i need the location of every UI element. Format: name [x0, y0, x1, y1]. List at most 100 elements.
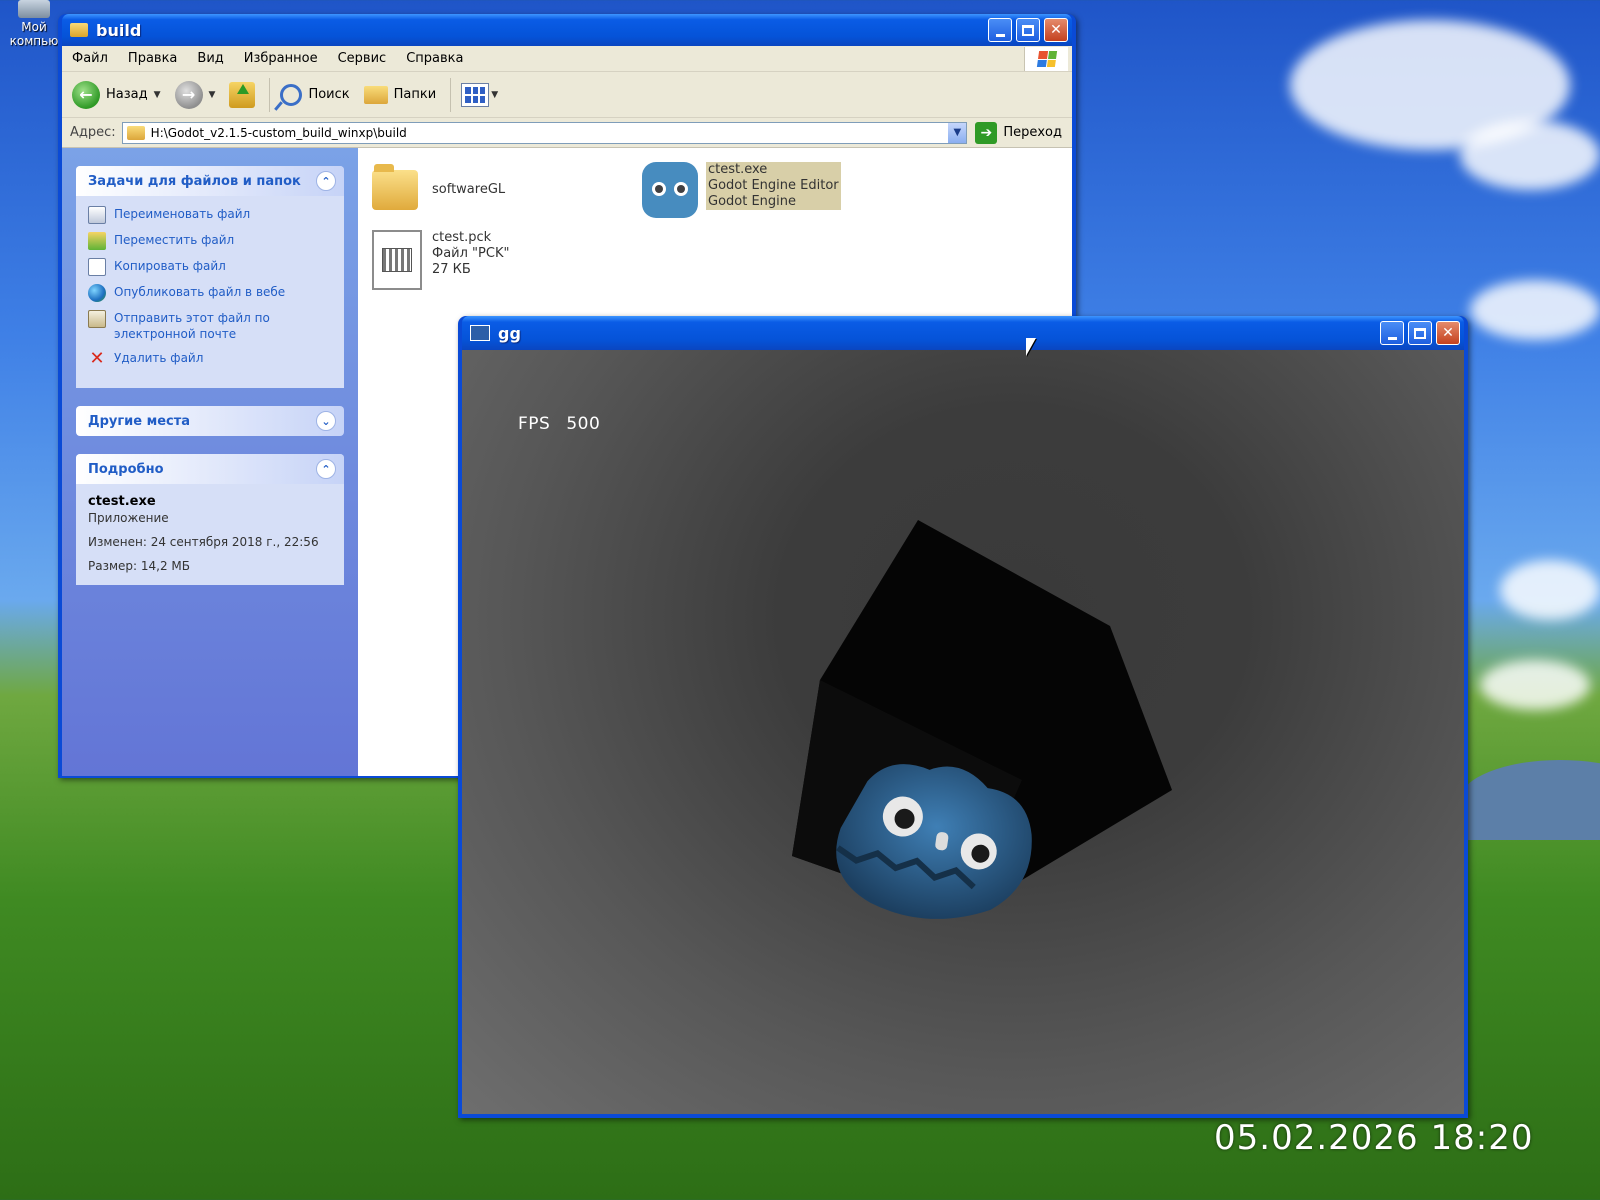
go-label: Переход — [1003, 125, 1062, 140]
minimize-icon — [1387, 336, 1397, 340]
close-icon: ✕ — [1442, 325, 1454, 341]
file-name: ctest.exe — [708, 162, 768, 177]
file-tasks-panel: Задачи для файлов и папок ⌃ Переименоват… — [76, 166, 344, 388]
task-email-file[interactable]: Отправить этот файл по электронной почте — [88, 310, 332, 342]
toolbar-separator — [450, 77, 452, 112]
folders-button[interactable]: Папки — [363, 85, 437, 104]
task-move-file[interactable]: Переместить файл — [88, 232, 332, 250]
windows-flag-icon — [1036, 51, 1057, 67]
task-label: Переместить файл — [114, 233, 235, 247]
views-dropdown-icon: ▼ — [491, 89, 499, 100]
godot-cube-render — [792, 520, 1172, 919]
cloud — [1460, 120, 1600, 190]
go-button[interactable]: ➔ Переход — [975, 121, 1062, 144]
rename-icon — [88, 206, 106, 224]
menu-view[interactable]: Вид — [197, 51, 223, 66]
close-button[interactable]: ✕ — [1436, 321, 1460, 345]
details-body: ctest.exe Приложение Изменен: 24 сентябр… — [76, 484, 344, 585]
details-size: Размер: 14,2 МБ — [88, 559, 190, 573]
photo-timestamp: 05.02.2026 18:20 — [1214, 1118, 1534, 1158]
task-delete-file[interactable]: ✕ Удалить файл — [88, 350, 332, 368]
minimize-button[interactable] — [1380, 321, 1404, 345]
task-label: Удалить файл — [114, 351, 204, 365]
expand-chevron-icon[interactable]: ⌄ — [316, 411, 336, 431]
back-history-dropdown[interactable]: ▼ — [154, 90, 161, 100]
address-bar: Адрес: H:\Godot_v2.1.5-custom_build_winx… — [62, 118, 1072, 148]
cloud — [1480, 660, 1590, 710]
collapse-chevron-icon[interactable]: ⌃ — [316, 459, 336, 479]
mouse-cursor — [1026, 338, 1036, 356]
task-copy-file[interactable]: Копировать файл — [88, 258, 332, 276]
copy-icon — [88, 258, 106, 276]
folders-label: Папки — [393, 87, 437, 102]
search-button[interactable]: Поиск — [280, 83, 350, 106]
forward-arrow-icon: → — [174, 80, 203, 109]
maximize-button[interactable] — [1016, 18, 1040, 42]
task-label: Отправить этот файл по электронной почте — [114, 311, 270, 341]
folder-icon — [70, 23, 88, 37]
task-publish-web[interactable]: Опубликовать файл в вебе — [88, 284, 332, 302]
file-item-ctest-pck[interactable]: ctest.pck Файл "PCK" 27 КБ — [372, 230, 509, 290]
collapse-chevron-icon[interactable]: ⌃ — [316, 171, 336, 191]
game-titlebar[interactable]: gg ✕ — [462, 316, 1464, 350]
menu-edit[interactable]: Правка — [128, 51, 177, 66]
delete-icon: ✕ — [89, 348, 105, 369]
views-button[interactable]: ▼ — [461, 82, 499, 107]
forward-history-dropdown[interactable]: ▼ — [209, 90, 216, 100]
details-header[interactable]: Подробно ⌃ — [76, 454, 344, 484]
explorer-title: build — [96, 20, 142, 40]
email-icon — [88, 310, 106, 328]
maximize-icon — [1022, 24, 1034, 36]
folders-icon — [363, 85, 388, 104]
file-tasks-list: Переименовать файл Переместить файл Копи… — [76, 196, 344, 388]
menu-bar: Файл Правка Вид Избранное Сервис Справка — [62, 46, 1072, 72]
task-rename-file[interactable]: Переименовать файл — [88, 206, 332, 224]
pck-file-icon — [372, 230, 422, 290]
menu-tools[interactable]: Сервис — [338, 51, 387, 66]
other-places-header[interactable]: Другие места ⌄ — [76, 406, 344, 436]
toolbar: ← Назад ▼ → ▼ Поиск Папки ▼ — [62, 72, 1072, 118]
address-dropdown-button[interactable]: ▼ — [948, 122, 967, 143]
explorer-titlebar[interactable]: build ✕ — [62, 14, 1072, 46]
godot-icon — [642, 162, 698, 218]
hill — [1460, 760, 1600, 840]
menu-file[interactable]: Файл — [72, 51, 108, 66]
address-value: H:\Godot_v2.1.5-custom_build_winxp\build — [150, 125, 407, 140]
file-tasks-header[interactable]: Задачи для файлов и папок ⌃ — [76, 166, 344, 196]
toolbar-separator — [269, 77, 271, 112]
file-item-softwaregl[interactable]: softwareGL — [372, 164, 506, 210]
minimize-button[interactable] — [988, 18, 1012, 42]
selected-file-label: ctest.exe Godot Engine Editor Godot Engi… — [706, 162, 841, 210]
details-file-name: ctest.exe — [88, 494, 156, 509]
other-places-title: Другие места — [88, 413, 191, 429]
minimize-icon — [995, 33, 1005, 37]
folder-icon — [126, 125, 145, 140]
desktop-icon-label-line1: Мой — [21, 20, 47, 34]
back-button[interactable]: ← Назад — [72, 80, 148, 109]
file-description: Godot Engine Editor — [708, 178, 839, 193]
address-field[interactable]: H:\Godot_v2.1.5-custom_build_winxp\build… — [121, 121, 968, 144]
search-label: Поиск — [308, 87, 350, 102]
close-button[interactable]: ✕ — [1044, 18, 1068, 42]
my-computer-desktop-icon[interactable]: Мой компью — [4, 0, 64, 48]
go-arrow-icon: ➔ — [975, 121, 998, 144]
details-title: Подробно — [88, 461, 164, 477]
file-item-ctest-exe[interactable]: ctest.exe Godot Engine Editor Godot Engi… — [642, 162, 841, 218]
file-name: ctest.pck — [432, 230, 492, 245]
game-title: gg — [498, 323, 521, 343]
maximize-icon — [1414, 327, 1426, 339]
back-label: Назад — [106, 87, 148, 102]
cloud — [1470, 280, 1600, 340]
file-name: softwareGL — [432, 182, 506, 197]
godot-app-icon — [470, 325, 490, 341]
cloud — [1500, 560, 1600, 620]
up-folder-button[interactable] — [229, 81, 256, 108]
maximize-button[interactable] — [1408, 321, 1432, 345]
task-label: Переименовать файл — [114, 207, 251, 221]
close-icon: ✕ — [1050, 22, 1062, 38]
tasks-pane: Задачи для файлов и папок ⌃ Переименоват… — [62, 148, 358, 776]
forward-button[interactable]: → — [174, 80, 209, 109]
menu-favorites[interactable]: Избранное — [244, 51, 318, 66]
game-viewport[interactable]: FPS 500 — [462, 350, 1464, 1114]
menu-help[interactable]: Справка — [406, 51, 463, 66]
